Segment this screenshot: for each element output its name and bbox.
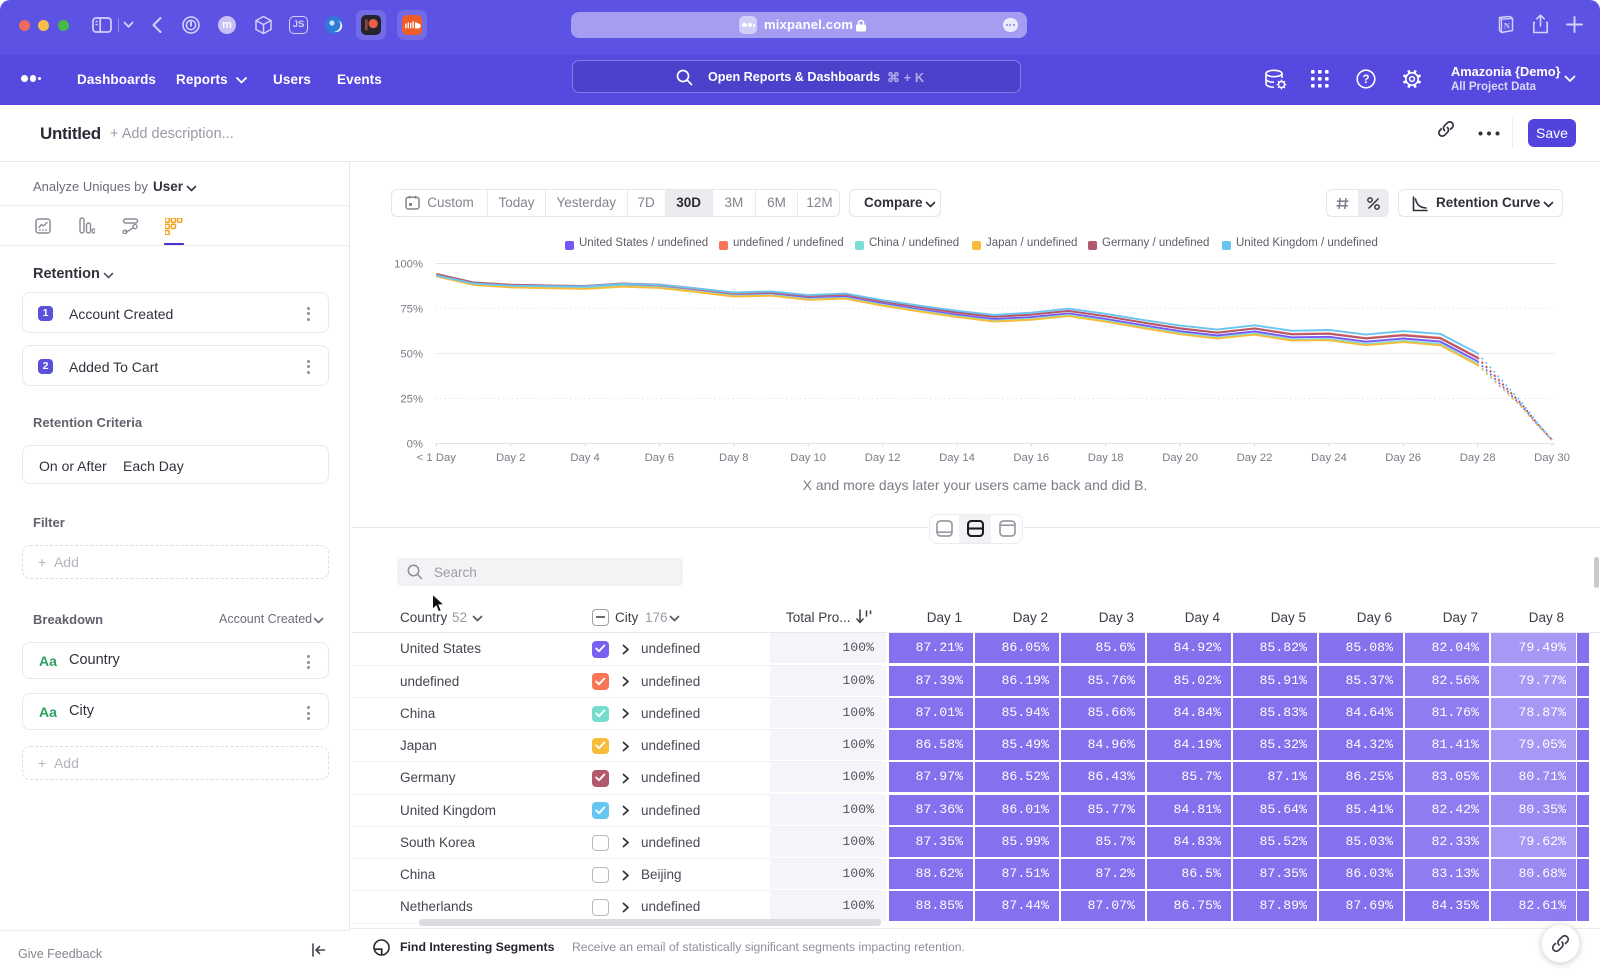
svg-text:Day 18: Day 18	[1088, 452, 1124, 464]
svg-text:Day 6: Day 6	[645, 452, 675, 464]
svg-text:25%: 25%	[400, 394, 423, 406]
svg-text:Day 22: Day 22	[1237, 452, 1273, 464]
svg-text:?: ?	[1362, 74, 1369, 86]
svg-text:75%: 75%	[400, 304, 423, 316]
svg-text:Day 26: Day 26	[1385, 452, 1421, 464]
svg-text:Day 8: Day 8	[719, 452, 749, 464]
svg-text:Day 10: Day 10	[790, 452, 826, 464]
svg-text:Day 30: Day 30	[1534, 452, 1570, 464]
svg-text:100%: 100%	[394, 259, 423, 271]
svg-text:Day 20: Day 20	[1162, 452, 1198, 464]
svg-text:Day 4: Day 4	[570, 452, 600, 464]
svg-text:Day 28: Day 28	[1460, 452, 1496, 464]
svg-text:Day 14: Day 14	[939, 452, 975, 464]
svg-text:Day 12: Day 12	[865, 452, 901, 464]
svg-text:0%: 0%	[407, 439, 423, 451]
svg-text:Day 2: Day 2	[496, 452, 526, 464]
svg-text:Day 24: Day 24	[1311, 452, 1347, 464]
svg-text:< 1 Day: < 1 Day	[417, 452, 457, 464]
svg-text:N: N	[1504, 21, 1511, 31]
svg-text:50%: 50%	[400, 349, 423, 361]
svg-text:Day 16: Day 16	[1013, 452, 1049, 464]
